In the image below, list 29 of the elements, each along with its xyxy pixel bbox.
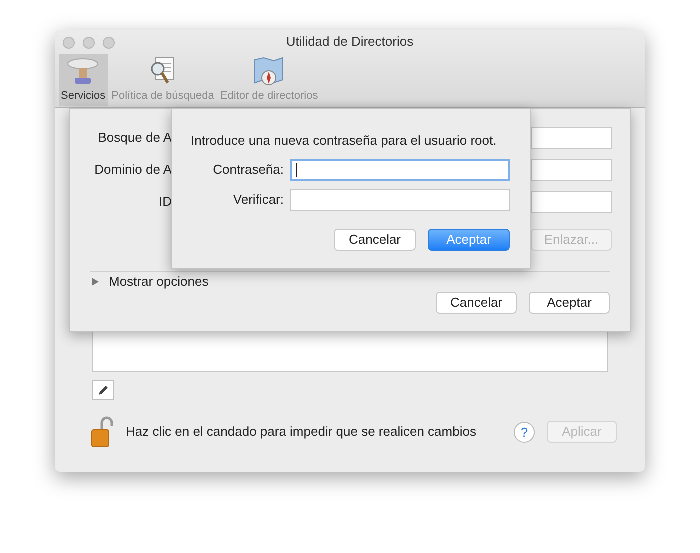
unlocked-padlock-icon[interactable]: [90, 416, 114, 448]
input-field[interactable]: [531, 191, 612, 213]
window-title: Utilidad de Directorios: [286, 33, 414, 52]
map-compass-icon: [252, 56, 286, 88]
cancel-button[interactable]: Cancelar: [436, 292, 517, 314]
password-field[interactable]: [290, 159, 510, 181]
zoom-window-button[interactable]: [103, 37, 115, 49]
close-window-button[interactable]: [63, 37, 75, 49]
toolbar-tab[interactable]: Política de búsqueda: [110, 54, 216, 106]
globe-stand-icon: [66, 56, 100, 86]
field-label: ID: [158, 193, 172, 211]
input-field[interactable]: [531, 159, 612, 181]
edit-button[interactable]: [92, 380, 114, 400]
cancel-button[interactable]: Cancelar: [334, 229, 416, 251]
text-cursor: [296, 163, 297, 177]
toolbar-tab[interactable]: Servicios: [59, 54, 108, 106]
password-prompt: Introduce una nueva contraseña para el usuario root.: [191, 132, 497, 150]
help-button[interactable]: ?: [514, 422, 535, 442]
accept-button[interactable]: Aceptar: [529, 292, 610, 314]
minimize-window-button[interactable]: [83, 37, 95, 49]
show-options-disclosure[interactable]: Mostrar opciones: [92, 272, 209, 292]
lock-message: Haz clic en el candado para impedir que se realicen cambios: [126, 423, 476, 442]
input-field[interactable]: [531, 127, 612, 149]
toolbar-tab[interactable]: Editor de directorios: [218, 54, 320, 106]
password-field[interactable]: [290, 189, 510, 211]
field-label: Verificar:: [232, 191, 284, 210]
field-label: Contraseña:: [212, 161, 284, 180]
accept-button[interactable]: Aceptar: [428, 229, 510, 251]
pencil-icon: [98, 384, 108, 396]
